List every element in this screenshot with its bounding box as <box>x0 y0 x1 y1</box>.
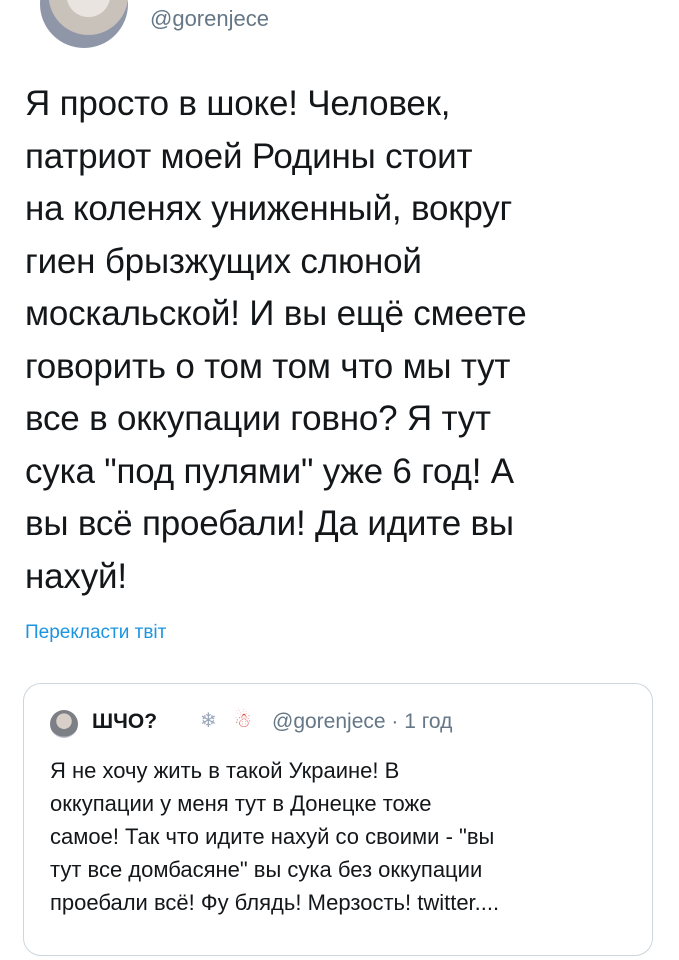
quoted-avatar <box>50 710 78 738</box>
quoted-author-name: ШЧО? <box>92 710 158 733</box>
avatar[interactable] <box>40 0 128 48</box>
quoted-tweet-header: ШЧО? ❄ ☃ @gorenjece · 1 год <box>50 708 650 744</box>
quoted-tweet-text: Я не хочу жить в такой Украине! В оккупа… <box>50 758 500 915</box>
translate-tweet-link[interactable]: Перекласти твіт <box>25 622 166 644</box>
quoted-tweet-card[interactable]: ШЧО? ❄ ☃ @gorenjece · 1 год Я не хочу жи… <box>23 683 653 956</box>
tweet-header: @gorenjece <box>0 0 679 50</box>
quoted-handle-time: @gorenjece · 1 год <box>272 710 453 733</box>
snow-cloud-icon: ❄ <box>200 710 217 732</box>
tweet-text: Я просто в шоке! Человек, патриот моей Р… <box>25 84 527 596</box>
snowman-icon: ☃ <box>234 710 252 732</box>
author-handle[interactable]: @gorenjece <box>150 6 269 32</box>
